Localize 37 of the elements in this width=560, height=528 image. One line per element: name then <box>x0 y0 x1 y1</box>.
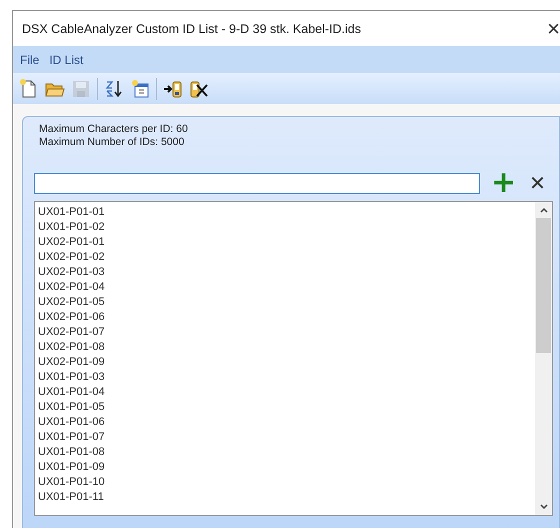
list-item[interactable]: UX01-P01-07 <box>38 430 105 445</box>
list-item[interactable]: UX01-P01-03 <box>38 370 105 385</box>
list-item[interactable]: UX01-P01-08 <box>38 445 105 460</box>
remove-device-icon[interactable] <box>189 78 209 98</box>
info-text: Maximum Characters per ID: 60 <box>39 123 189 136</box>
list-item[interactable]: UX01-P01-04 <box>38 385 105 400</box>
scrollbar[interactable] <box>535 202 552 515</box>
new-list-icon[interactable] <box>130 78 150 98</box>
id-input-field[interactable] <box>34 172 480 194</box>
list-item[interactable]: UX01-P01-05 <box>38 400 105 415</box>
list-item[interactable]: UX01-P01-01 <box>38 205 105 220</box>
scroll-thumb[interactable] <box>536 218 551 353</box>
list-item[interactable]: UX01-P01-09 <box>38 460 105 475</box>
scroll-down-icon[interactable] <box>538 503 548 511</box>
sort-icon[interactable] <box>104 78 124 98</box>
add-button[interactable]: + <box>488 172 520 194</box>
scroll-up-icon[interactable] <box>538 206 548 214</box>
window-title: DSX CableAnalyzer Custom ID List - 9-D 39 stk. Kabel-ID.ids <box>22 22 362 36</box>
menu-item[interactable]: ID List <box>49 52 84 66</box>
list-item[interactable]: UX02-P01-09 <box>38 355 105 370</box>
clear-button[interactable]: ✕ <box>527 172 548 194</box>
list-item[interactable]: UX02-P01-04 <box>38 280 105 295</box>
list-item[interactable]: UX02-P01-01 <box>38 235 105 250</box>
list-item[interactable]: UX01-P01-11 <box>38 490 104 505</box>
close-button[interactable]: × <box>543 18 560 40</box>
list-item[interactable]: UX02-P01-02 <box>38 250 105 265</box>
list-item[interactable]: UX02-P01-08 <box>38 340 105 355</box>
import-device-icon[interactable] <box>163 78 183 98</box>
list-item[interactable]: UX01-P01-02 <box>38 220 105 235</box>
list-item[interactable]: UX02-P01-03 <box>38 265 105 280</box>
list-item[interactable]: UX02-P01-07 <box>38 325 105 340</box>
list-item[interactable]: UX01-P01-10 <box>38 475 105 490</box>
list-item[interactable]: UX02-P01-06 <box>38 310 105 325</box>
list-item[interactable]: UX01-P01-06 <box>38 415 105 430</box>
info-text: Maximum Number of IDs: 5000 <box>39 136 186 149</box>
menu-item[interactable]: File <box>20 52 40 66</box>
list-item[interactable]: UX02-P01-05 <box>38 295 105 310</box>
